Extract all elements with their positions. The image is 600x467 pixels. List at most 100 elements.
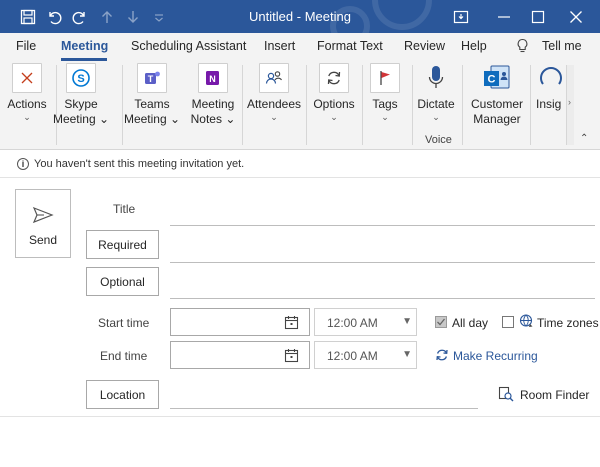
tab-file[interactable]: File [16, 39, 36, 53]
close-icon[interactable] [566, 7, 586, 27]
options-label: Options [313, 97, 355, 111]
delete-x-icon [12, 63, 42, 93]
tab-format-text[interactable]: Format Text [317, 39, 383, 53]
attendees-icon [259, 63, 289, 93]
title-bar: Untitled - Meeting [0, 0, 600, 33]
tab-scheduling-assistant[interactable]: Scheduling Assistant [131, 39, 246, 53]
dropdown-arrow-icon: ▼ [402, 316, 412, 327]
send-button[interactable]: Send [15, 189, 71, 258]
attendees-button[interactable]: Attendees ⌄ [246, 63, 302, 122]
info-icon: i [17, 158, 29, 170]
all-day-label: All day [452, 316, 489, 330]
window-title-app: Meeting [304, 9, 351, 24]
svg-text:S: S [77, 73, 84, 85]
voice-group-label: Voice [425, 134, 452, 146]
refresh-icon [319, 63, 349, 93]
chevron-down-icon: ⌄ [270, 112, 278, 122]
skype-icon: S [66, 63, 96, 93]
chevron-down-icon: ⌄ [432, 112, 440, 122]
calendar-icon[interactable] [284, 315, 299, 333]
attendees-label: Attendees [246, 97, 302, 111]
customer-manager-icon: C [482, 63, 512, 93]
skype-meeting-label: Skype Meeting ⌄ [52, 97, 110, 126]
end-time-select[interactable]: 12:00 AM ▼ [314, 341, 417, 369]
time-zones-label: Time zones [537, 316, 599, 330]
all-day-checkbox[interactable] [435, 316, 447, 328]
ribbon-divider [362, 65, 363, 145]
minimize-icon[interactable] [494, 7, 514, 27]
end-time-value: 12:00 AM [327, 349, 378, 363]
title-input[interactable] [170, 225, 595, 226]
location-button[interactable]: Location [86, 380, 159, 409]
optional-button[interactable]: Optional [86, 267, 159, 296]
meeting-notes-button[interactable]: N Meeting Notes ⌄ [188, 63, 238, 127]
insights-label: Insig [536, 97, 562, 111]
window-title-separator: - [296, 9, 302, 24]
end-date-picker[interactable] [170, 341, 310, 369]
ribbon-divider [462, 65, 463, 145]
actions-button[interactable]: Actions ⌄ [6, 63, 48, 122]
ribbon-divider [306, 65, 307, 145]
location-input[interactable] [170, 408, 478, 409]
options-button[interactable]: Options ⌄ [312, 63, 356, 122]
tab-review[interactable]: Review [404, 39, 445, 53]
chevron-right-icon: › [568, 97, 571, 107]
chevron-down-icon: ⌄ [23, 112, 31, 122]
skype-meeting-button[interactable]: S Skype Meeting ⌄ [53, 63, 109, 127]
dictate-button[interactable]: Dictate ⌄ [416, 63, 456, 122]
ribbon-tabs: File Meeting Scheduling Assistant Insert… [0, 33, 600, 61]
required-button[interactable]: Required [86, 230, 159, 259]
end-time-label: End time [100, 349, 148, 363]
start-time-label: Start time [98, 316, 150, 330]
dropdown-arrow-icon: ▼ [402, 349, 412, 360]
title-label: Title [113, 202, 136, 216]
ribbon-scroll-right[interactable]: › [566, 65, 574, 145]
insights-icon [536, 63, 566, 93]
meeting-notes-label: Meeting Notes ⌄ [190, 97, 236, 126]
chevron-down-icon: ⌄ [381, 112, 389, 122]
time-zones-checkbox[interactable] [502, 316, 514, 328]
teams-icon: T [137, 63, 167, 93]
start-time-value: 12:00 AM [327, 316, 378, 330]
svg-text:C: C [488, 74, 496, 86]
room-finder-icon[interactable] [498, 386, 514, 405]
globe-icon [519, 314, 534, 332]
divider [0, 177, 600, 178]
customer-manager-button[interactable]: C Customer Manager [468, 63, 526, 127]
calendar-icon[interactable] [284, 348, 299, 366]
send-icon [32, 206, 54, 227]
required-input[interactable] [170, 262, 595, 263]
tab-insert[interactable]: Insert [264, 39, 295, 53]
ribbon-divider [242, 65, 243, 145]
tags-button[interactable]: Tags ⌄ [366, 63, 404, 122]
send-label: Send [28, 233, 58, 247]
teams-meeting-label: Teams Meeting ⌄ [123, 97, 181, 126]
ribbon-divider [122, 65, 123, 145]
window-title-document: Untitled [249, 9, 294, 24]
svg-text:N: N [209, 74, 216, 84]
svg-text:T: T [148, 74, 154, 84]
teams-meeting-button[interactable]: T Teams Meeting ⌄ [124, 63, 180, 127]
message-body[interactable] [0, 417, 600, 467]
insights-button[interactable]: Insig [536, 63, 566, 112]
start-date-picker[interactable] [170, 308, 310, 336]
info-bar: i You haven't sent this meeting invitati… [0, 151, 600, 177]
make-recurring-link[interactable]: Make Recurring [453, 349, 538, 363]
optional-input[interactable] [170, 298, 595, 299]
ribbon: Actions ⌄ S Skype Meeting ⌄ T Teams Meetin… [0, 61, 600, 150]
room-finder-label[interactable]: Room Finder [520, 388, 589, 402]
recurrence-icon[interactable] [435, 348, 449, 365]
tab-help[interactable]: Help [461, 39, 487, 53]
tags-label: Tags [372, 97, 398, 111]
lightbulb-icon[interactable] [516, 38, 529, 57]
dictate-label: Dictate [417, 97, 455, 111]
onenote-icon: N [198, 63, 228, 93]
tab-meeting[interactable]: Meeting [61, 39, 108, 53]
tab-tell-me[interactable]: Tell me [542, 39, 582, 53]
collapse-ribbon-icon[interactable]: ⌃ [580, 133, 588, 144]
flag-icon [370, 63, 400, 93]
maximize-icon[interactable] [528, 7, 548, 27]
start-time-select[interactable]: 12:00 AM ▼ [314, 308, 417, 336]
chevron-down-icon: ⌄ [330, 112, 338, 122]
ribbon-display-options-icon[interactable] [451, 7, 471, 27]
